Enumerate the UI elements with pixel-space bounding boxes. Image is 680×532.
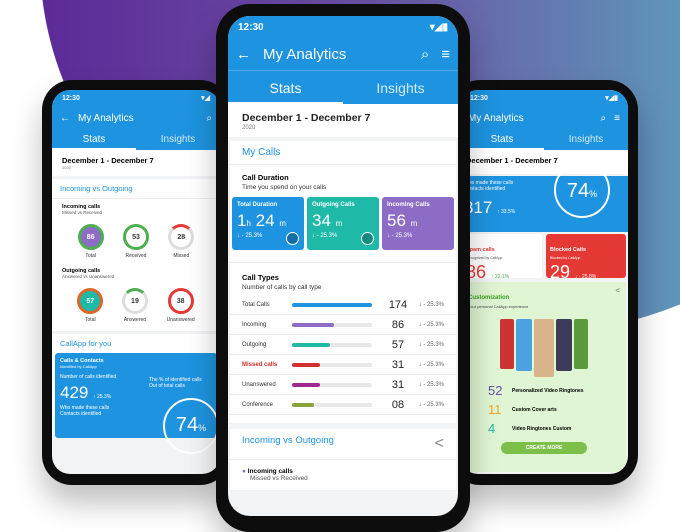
spam-calls-card[interactable]: Spam calls Recognized by CallApp 86 ↑ 22.1… xyxy=(462,234,542,282)
call-type-change: ↓ - 25.3% xyxy=(418,301,444,308)
duration-card[interactable]: Total Duration 1h 24 m ↓ - 25.3% xyxy=(232,197,304,250)
app-title: My Analytics xyxy=(78,112,134,124)
filter-icon[interactable]: ≡ xyxy=(614,113,620,124)
call-type-value: 174 xyxy=(388,298,408,311)
call-types-subtitle: Number of calls by call type xyxy=(242,284,322,291)
signal-battery-icon: ▾◢▮ xyxy=(429,21,448,33)
center-phone: 12:30 ▾◢▮ ← My Analytics ⌕ ≡ Stats Insights D… xyxy=(216,4,470,532)
pct-ring: 74% xyxy=(554,162,610,218)
callapp-for-you-title: CallApp for you xyxy=(60,339,112,348)
duration-value: 34 m xyxy=(312,211,343,230)
call-type-change: ↓ - 25.3% xyxy=(418,361,444,368)
call-type-change: ↓ - 25.3% xyxy=(418,341,444,348)
call-type-change: ↓ - 25.3% xyxy=(418,381,444,388)
share-icon[interactable]: < xyxy=(615,286,620,295)
call-type-value: 31 xyxy=(391,378,405,391)
tab-insights[interactable]: Insights xyxy=(343,71,458,104)
signal-icon: ▾◢ xyxy=(201,95,210,102)
search-icon[interactable]: ⌕ xyxy=(206,113,212,124)
back-icon[interactable]: ← xyxy=(60,113,70,124)
signal-icon: ▾◢▮ xyxy=(605,95,618,102)
call-type-bar xyxy=(292,302,372,307)
call-types-title: Call Types xyxy=(242,273,279,282)
section-title: Incoming vs Outgoing xyxy=(52,179,220,199)
call-type-name: Total Calls xyxy=(242,301,270,308)
duration-label: Incoming Calls xyxy=(387,202,430,208)
my-calls-title: My Calls xyxy=(230,141,456,165)
call-type-row: Conference 08 ↓ - 25.3% xyxy=(230,395,456,415)
phone-previews xyxy=(468,319,620,377)
customization-card: Customization Your personal CallApp exper… xyxy=(462,282,626,472)
call-type-change: ↓ - 25.3% xyxy=(418,401,444,408)
status-time: 12:30 xyxy=(470,94,488,102)
incoming-calls-label: Incoming calls xyxy=(247,468,293,475)
tab-stats[interactable]: Stats xyxy=(52,130,136,150)
incoming-sub: Missed vs Received xyxy=(62,210,103,215)
call-type-value: 31 xyxy=(391,358,405,371)
status-bar: 12:30 ▾◢ xyxy=(52,90,220,106)
duration-card[interactable]: Incoming Calls 56 m ↓ - 25.3% xyxy=(382,197,454,250)
pct-ring: 74% xyxy=(163,398,219,454)
call-type-value: 86 xyxy=(391,318,405,331)
search-icon[interactable]: ⌕ xyxy=(421,46,429,63)
call-type-value: 08 xyxy=(391,398,405,411)
call-type-bar xyxy=(292,342,372,347)
call-type-name: Unanswered xyxy=(242,381,276,388)
app-title: My Analytics xyxy=(263,45,347,63)
share-icon[interactable]: < xyxy=(435,435,444,453)
outgoing-sub: Answered vs Unanswered xyxy=(62,274,115,279)
call-duration-title: Call Duration xyxy=(242,173,289,182)
call-type-bar xyxy=(292,402,372,407)
ring-answered: 19 Answered xyxy=(121,288,148,323)
clock-icon xyxy=(286,232,299,245)
tab-insights[interactable]: Insights xyxy=(544,130,628,150)
ring-total-out: 57 Total xyxy=(77,288,104,323)
tab-stats[interactable]: Stats xyxy=(460,130,544,150)
back-icon[interactable]: ← xyxy=(236,46,251,63)
status-time: 12:30 xyxy=(62,94,80,102)
tab-stats[interactable]: Stats xyxy=(228,71,343,104)
search-icon[interactable]: ⌕ xyxy=(601,113,607,124)
duration-label: Outgoing Calls xyxy=(312,202,355,208)
call-duration-subtitle: Time you spend on your calls xyxy=(242,184,327,191)
blocked-calls-card[interactable]: Blocked Calls Blocked by CallApp 29 ↓ - 25… xyxy=(546,234,626,282)
duration-label: Total Duration xyxy=(237,202,278,208)
ring-missed: 28 Missed xyxy=(168,224,195,259)
call-type-name: Missed calls xyxy=(242,361,278,368)
duration-card[interactable]: Outgoing Calls 34 m ↓ - 25.3% xyxy=(307,197,379,250)
duration-value: 1h 24 m xyxy=(237,211,286,230)
duration-change: ↓ - 25.3% xyxy=(387,233,413,239)
ring-total: 86 Total xyxy=(77,224,104,259)
ring-received: 53 Received xyxy=(122,224,149,259)
left-phone: 12:30 ▾◢ ← My Analytics ⌕ Stats Insights Dec… xyxy=(42,80,230,485)
tab-insights[interactable]: Insights xyxy=(136,130,220,150)
call-type-bar xyxy=(292,382,372,387)
call-type-row: Total Calls 174 ↓ - 25.3% xyxy=(230,295,456,315)
call-type-bar xyxy=(292,362,372,367)
call-type-name: Conference xyxy=(242,401,274,408)
bullet-icon: ● xyxy=(242,468,246,475)
call-type-bar xyxy=(292,322,372,327)
filter-icon[interactable]: ≡ xyxy=(441,46,450,63)
duration-value: 56 m xyxy=(387,211,418,230)
outgoing-arrow-icon xyxy=(361,232,374,245)
date-range: December 1 - December 7 2020 xyxy=(52,150,220,176)
call-type-row: Outgoing 57 ↓ - 25.3% xyxy=(230,335,456,355)
incoming-vs-outgoing-title: Incoming vs Outgoing xyxy=(242,435,334,446)
call-type-change: ↓ - 25.3% xyxy=(418,321,444,328)
call-type-row: Unanswered 31 ↓ - 25.3% xyxy=(230,375,456,395)
right-phone: 12:30 ▾◢▮ My Analytics ⌕ ≡ Stats Insights De… xyxy=(450,80,638,485)
call-type-row: Incoming 86 ↓ - 25.3% xyxy=(230,315,456,335)
call-type-value: 57 xyxy=(391,338,405,351)
app-title: My Analytics xyxy=(468,112,524,124)
call-type-name: Incoming xyxy=(242,321,267,328)
ring-unanswered: 38 Unanswered xyxy=(167,288,195,323)
incoming-calls-sub: Missed vs Received xyxy=(250,475,308,482)
call-type-row: Missed calls 31 ↓ - 25.3% xyxy=(230,355,456,375)
status-time: 12:30 xyxy=(238,21,264,33)
call-type-name: Outgoing xyxy=(242,341,267,348)
create-more-button[interactable]: CREATE MORE xyxy=(501,442,587,454)
calls-contacts-card[interactable]: Calls & Contacts Identified by CallApp Nu… xyxy=(55,353,219,454)
date-range: December 1 - December 7 2020 xyxy=(228,104,458,137)
